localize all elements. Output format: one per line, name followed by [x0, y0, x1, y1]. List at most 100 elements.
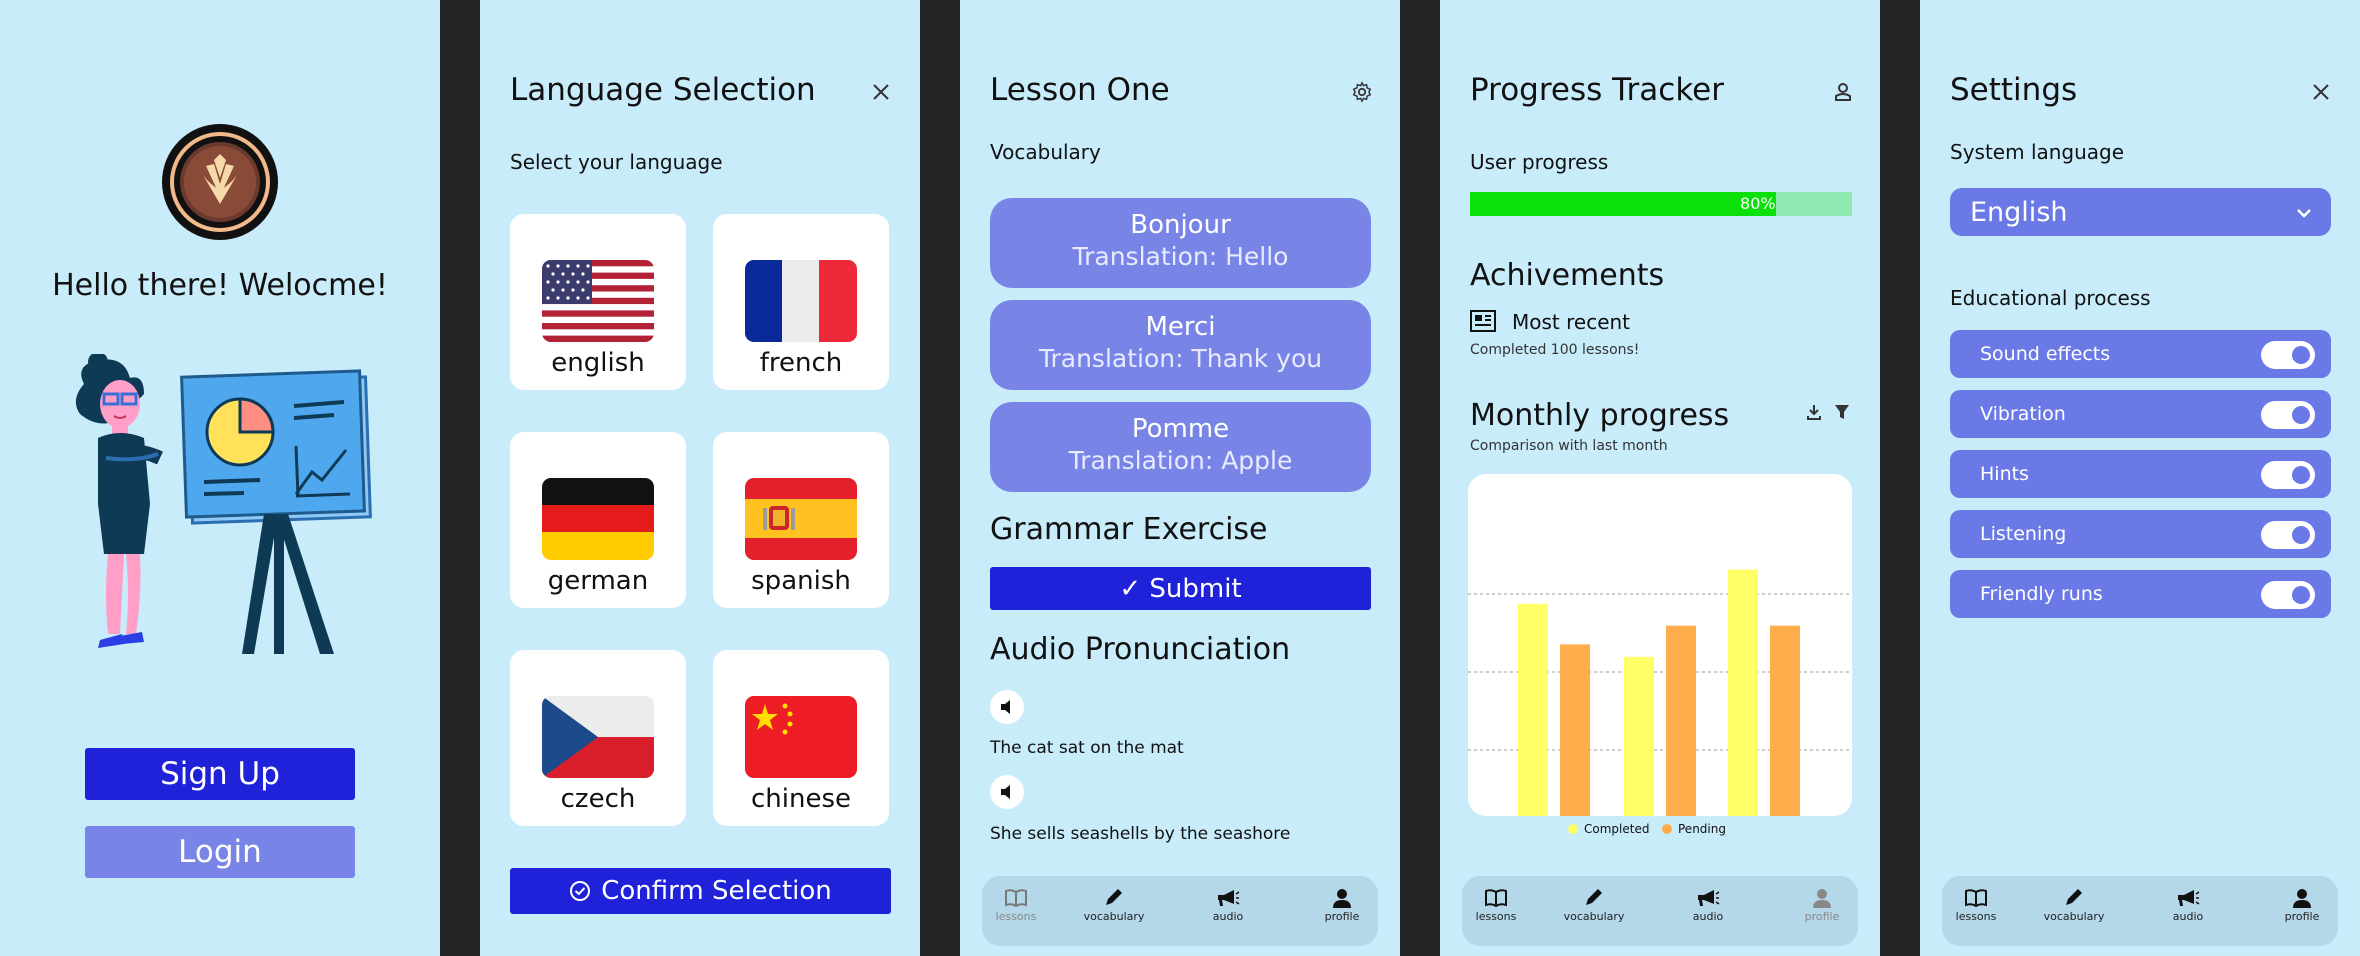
system-language-label: System language — [1950, 140, 2125, 164]
speaker-icon[interactable] — [990, 690, 1024, 724]
us-flag-icon — [542, 260, 654, 342]
download-icon[interactable] — [1802, 400, 1826, 424]
setting-label: Hints — [1980, 463, 2029, 485]
settings-screen: Settings System language English Educati… — [1920, 0, 2360, 956]
language-card-german[interactable]: german — [510, 432, 686, 608]
language-label: czech — [560, 784, 636, 814]
vocab-card[interactable]: Pomme Translation: Apple — [990, 402, 1371, 492]
achievement-text: Completed 100 lessons! — [1470, 342, 1640, 358]
language-card-english[interactable]: english — [510, 214, 686, 390]
legend-label: Pending — [1678, 822, 1726, 836]
system-language-select[interactable]: English — [1950, 188, 2331, 236]
gear-icon[interactable] — [1347, 77, 1377, 107]
nav-audio[interactable]: audio — [2148, 888, 2228, 923]
nav-audio[interactable]: audio — [1668, 888, 1748, 923]
language-card-czech[interactable]: czech — [510, 650, 686, 826]
legend-label: Completed — [1584, 822, 1650, 836]
language-card-spanish[interactable]: spanish — [713, 432, 889, 608]
submit-button[interactable]: ✓ Submit — [990, 567, 1371, 610]
vocab-word: Merci — [1145, 312, 1216, 342]
nav-label: lessons — [995, 910, 1037, 923]
confirm-selection-label: Confirm Selection — [601, 876, 832, 906]
toggle-knob — [2292, 346, 2310, 364]
bottom-nav: lessons vocabulary audio profile — [1462, 876, 1858, 946]
vocab-card[interactable]: Merci Translation: Thank you — [990, 300, 1371, 390]
page-title: Progress Tracker — [1470, 72, 1724, 108]
nav-vocabulary[interactable]: vocabulary — [1554, 888, 1634, 923]
page-subtitle: Select your language — [510, 150, 723, 174]
nav-label: vocabulary — [1083, 910, 1145, 923]
setting-row-sound-effects: Sound effects — [1950, 330, 2331, 378]
setting-row-vibration: Vibration — [1950, 390, 2331, 438]
bar-pending-2 — [1666, 625, 1696, 816]
nav-vocabulary[interactable]: vocabulary — [1074, 888, 1154, 923]
audio-sentence: The cat sat on the mat — [990, 738, 1184, 758]
toggle-knob — [2292, 586, 2310, 604]
czech-flag-icon — [542, 696, 654, 778]
login-button[interactable]: Login — [85, 826, 355, 878]
nav-profile[interactable]: profile — [1302, 888, 1382, 923]
language-card-french[interactable]: french — [713, 214, 889, 390]
nav-label: profile — [2284, 910, 2320, 923]
confirm-selection-button[interactable]: Confirm Selection — [510, 868, 891, 914]
nav-profile[interactable]: profile — [1782, 888, 1862, 923]
legend-swatch — [1568, 824, 1578, 834]
nav-label: vocabulary — [2043, 910, 2105, 923]
nav-profile[interactable]: profile — [2262, 888, 2342, 923]
nav-label: profile — [1804, 910, 1840, 923]
vocab-card[interactable]: Bonjour Translation: Hello — [990, 198, 1371, 288]
bar-completed-1 — [1518, 603, 1548, 816]
user-progress-label: User progress — [1470, 150, 1609, 174]
user-progress-text: 80% — [1740, 194, 1776, 213]
language-card-chinese[interactable]: chinese — [713, 650, 889, 826]
page-title: Language Selection — [510, 72, 816, 108]
nav-label: audio — [1692, 910, 1724, 923]
language-label: english — [551, 348, 645, 378]
bar-chart — [1468, 569, 1852, 816]
vocabulary-heading: Vocabulary — [990, 140, 1101, 164]
nav-label: audio — [1212, 910, 1244, 923]
friendly-runs-toggle[interactable] — [2261, 581, 2315, 609]
megaphone-icon — [1218, 890, 1240, 906]
close-icon[interactable] — [866, 77, 896, 107]
system-language-value: English — [1970, 196, 2068, 228]
user-progress-fill — [1470, 192, 1776, 216]
nav-label: lessons — [1475, 910, 1517, 923]
nav-label: lessons — [1955, 910, 1997, 923]
listening-toggle[interactable] — [2261, 521, 2315, 549]
newspaper-icon — [1470, 310, 1496, 336]
nav-lessons[interactable]: lessons — [976, 888, 1056, 923]
book-icon — [1965, 889, 1987, 908]
nav-lessons[interactable]: lessons — [1936, 888, 2016, 923]
setting-row-friendly-runs: Friendly runs — [1950, 570, 2331, 618]
bottom-nav: lessons vocabulary audio profile — [982, 876, 1378, 946]
nav-lessons[interactable]: lessons — [1456, 888, 1536, 923]
setting-row-listening: Listening — [1950, 510, 2331, 558]
user-icon[interactable] — [1828, 77, 1858, 107]
speaker-icon[interactable] — [990, 775, 1024, 809]
audio-heading: Audio Pronunciation — [990, 632, 1291, 667]
pencil-icon — [1586, 889, 1602, 905]
nav-audio[interactable]: audio — [1188, 888, 1268, 923]
app-logo — [162, 124, 278, 240]
close-icon[interactable] — [2306, 77, 2336, 107]
sound-effects-toggle[interactable] — [2261, 341, 2315, 369]
vibration-toggle[interactable] — [2261, 401, 2315, 429]
language-label: german — [547, 566, 649, 596]
pencil-icon — [2066, 889, 2082, 905]
nav-label: vocabulary — [1563, 910, 1625, 923]
language-label: spanish — [751, 566, 851, 596]
sign-up-button[interactable]: Sign Up — [85, 748, 355, 800]
toggle-knob — [2292, 406, 2310, 424]
bar-completed-2 — [1624, 656, 1654, 816]
edu-process-heading: Educational process — [1950, 286, 2151, 310]
check-circle-icon — [570, 881, 591, 901]
nav-vocabulary[interactable]: vocabulary — [2034, 888, 2114, 923]
hints-toggle[interactable] — [2261, 461, 2315, 489]
lesson-screen: Lesson One Vocabulary Bonjour Translatio… — [960, 0, 1400, 956]
filter-icon[interactable] — [1830, 400, 1854, 424]
nav-label: audio — [2172, 910, 2204, 923]
vocab-translation: Translation: Hello — [1072, 242, 1289, 271]
germany-flag-icon — [542, 478, 654, 560]
language-label: chinese — [750, 784, 851, 814]
